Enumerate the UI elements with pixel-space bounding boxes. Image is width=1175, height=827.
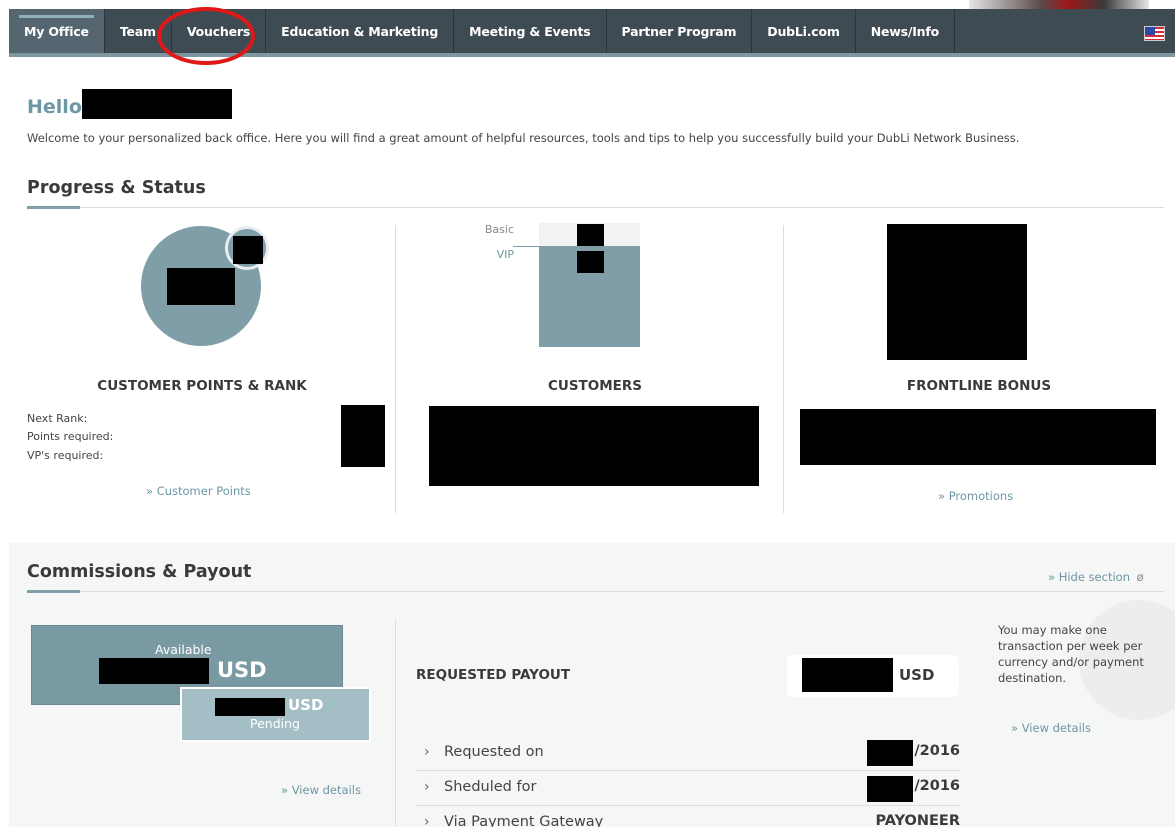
pending-currency: USD bbox=[288, 696, 324, 714]
row-value: PAYONEER bbox=[875, 813, 960, 827]
redacted-vip-count bbox=[577, 251, 604, 273]
payout-row-gateway[interactable]: › Via Payment Gateway PAYONEER bbox=[416, 806, 960, 827]
redacted-rank bbox=[233, 236, 263, 264]
vps-required-label: VP's required: bbox=[27, 449, 104, 462]
page-frame: My Office Team Vouchers Education & Mark… bbox=[9, 0, 1175, 827]
redacted-requested-date bbox=[867, 740, 913, 766]
row-label: Requested on bbox=[444, 744, 544, 760]
chevron-right-icon: › bbox=[424, 779, 430, 795]
requested-payout-currency: USD bbox=[899, 666, 935, 684]
row-label: Via Payment Gateway bbox=[444, 814, 604, 827]
pending-label: Pending bbox=[250, 716, 300, 731]
commissions-section-title: Commissions & Payout bbox=[27, 562, 252, 582]
redacted-pending-amount bbox=[215, 698, 285, 716]
chevron-right-icon: › bbox=[424, 744, 430, 760]
redacted-scheduled-date bbox=[867, 776, 913, 802]
nav-dubli-com[interactable]: DubLi.com bbox=[752, 9, 856, 53]
nav-partner-program[interactable]: Partner Program bbox=[607, 9, 753, 53]
redacted-available-amount bbox=[99, 658, 209, 684]
points-required-label: Points required: bbox=[27, 430, 114, 443]
commissions-section-accent bbox=[27, 590, 80, 593]
highlight-circle-annotation bbox=[157, 7, 255, 65]
payout-note: You may make one transaction per week pe… bbox=[998, 623, 1144, 685]
nav-news-info[interactable]: News/Info bbox=[856, 9, 956, 53]
view-details-left-link[interactable]: » View details bbox=[281, 783, 361, 797]
redacted-frontline-graphic bbox=[887, 224, 1027, 360]
bar-label-basic: Basic bbox=[484, 223, 514, 236]
nav-my-office[interactable]: My Office bbox=[9, 9, 105, 53]
view-details-right-link[interactable]: » View details bbox=[1011, 721, 1091, 735]
progress-section-accent bbox=[27, 206, 80, 209]
redacted-requested-amount bbox=[802, 658, 893, 692]
row-label: Sheduled for bbox=[444, 779, 537, 795]
column-divider-1 bbox=[395, 225, 396, 513]
customer-points-title: CUSTOMER POINTS & RANK bbox=[97, 378, 307, 394]
nav-meeting-events[interactable]: Meeting & Events bbox=[454, 9, 607, 53]
hide-section-link[interactable]: » Hide section ø bbox=[1048, 570, 1144, 584]
progress-section-title: Progress & Status bbox=[27, 178, 206, 198]
requested-payout-label: REQUESTED PAYOUT bbox=[416, 667, 571, 683]
next-rank-label: Next Rank: bbox=[27, 412, 88, 425]
redacted-basic-count bbox=[577, 224, 604, 246]
progress-section-line bbox=[27, 207, 1164, 208]
commissions-section-line bbox=[27, 591, 1164, 592]
frontline-bonus-title: FRONTLINE BONUS bbox=[906, 378, 1052, 394]
eye-slash-icon: ø bbox=[1136, 570, 1144, 584]
welcome-text: Welcome to your personalized back office… bbox=[27, 131, 1020, 145]
customers-title: CUSTOMERS bbox=[547, 378, 643, 394]
hide-section-label: » Hide section bbox=[1048, 570, 1130, 584]
available-currency: USD bbox=[217, 658, 267, 682]
redacted-points bbox=[167, 268, 235, 305]
redacted-user-name bbox=[82, 89, 232, 119]
row-value: /2016 bbox=[914, 743, 960, 759]
greeting-title: Hello bbox=[27, 96, 82, 118]
customer-points-link[interactable]: » Customer Points bbox=[146, 484, 251, 498]
redacted-rank-values bbox=[341, 405, 385, 467]
bar-label-vip: VIP bbox=[496, 248, 514, 261]
redacted-customers-info bbox=[429, 406, 759, 486]
chevron-right-icon: › bbox=[424, 814, 430, 827]
available-label: Available bbox=[155, 642, 212, 657]
customers-bar-divider bbox=[513, 246, 640, 247]
promotions-link[interactable]: » Promotions bbox=[938, 489, 1013, 503]
column-divider-3 bbox=[395, 620, 396, 827]
redacted-frontline-info bbox=[800, 409, 1156, 465]
column-divider-2 bbox=[783, 225, 784, 513]
nav-education-marketing[interactable]: Education & Marketing bbox=[266, 9, 455, 53]
row-value: /2016 bbox=[914, 778, 960, 794]
us-flag-icon[interactable] bbox=[1144, 26, 1165, 41]
